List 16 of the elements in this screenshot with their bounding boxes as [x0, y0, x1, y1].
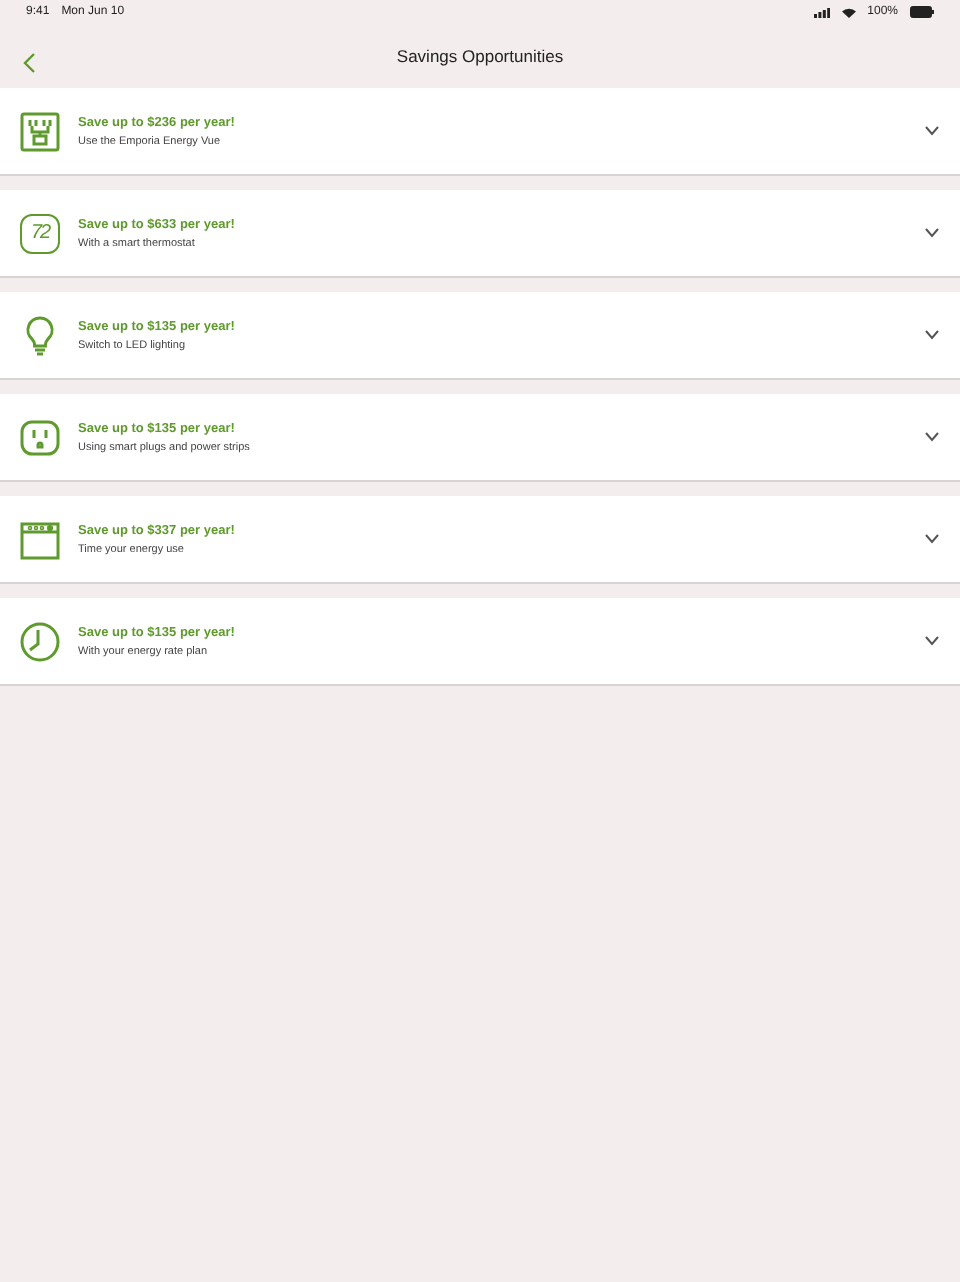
thermostat-icon: 72 [20, 213, 60, 253]
chevron-icon[interactable] [924, 330, 940, 340]
signal-icon [813, 7, 830, 17]
power-strip-icon [18, 109, 62, 153]
outlet-icon [18, 415, 62, 459]
page-title: Savings Opportunities [396, 46, 564, 66]
chevron-icon[interactable] [924, 126, 940, 136]
chevron-icon[interactable] [924, 534, 940, 544]
chevron-icon[interactable] [924, 636, 940, 646]
back-icon[interactable] [22, 52, 36, 74]
chevron-icon[interactable] [924, 228, 940, 238]
battery-icon [910, 6, 934, 18]
appliance-icon [18, 517, 62, 561]
chevron-icon[interactable] [924, 432, 940, 442]
wifi-icon [841, 7, 856, 17]
clock-icon [18, 619, 62, 663]
